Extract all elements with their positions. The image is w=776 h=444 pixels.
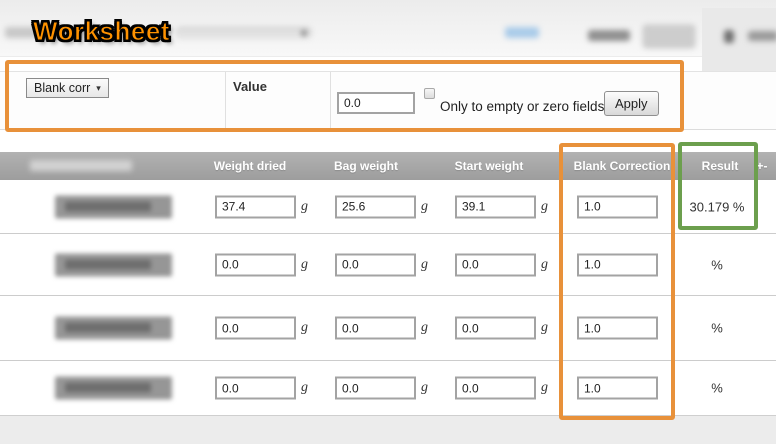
weight-dried-input[interactable] <box>215 253 296 276</box>
blurred-button[interactable] <box>643 25 695 48</box>
table-row: g g g % <box>0 234 776 295</box>
blurred-label <box>748 31 776 41</box>
blank-correction-input[interactable] <box>577 195 658 218</box>
unit-label: g <box>421 380 428 396</box>
bag-weight-input[interactable] <box>335 377 416 400</box>
blurred-record-button[interactable] <box>55 377 172 400</box>
table-footer <box>0 415 776 444</box>
unit-label: g <box>421 257 428 273</box>
blurred-link[interactable] <box>505 27 539 38</box>
column-header-bag-weight: Bag weight <box>334 159 398 173</box>
blurred-record-button[interactable] <box>55 253 172 276</box>
field-select-dropdown[interactable]: Blank corr ▾ <box>26 78 109 98</box>
unit-label: g <box>421 199 428 215</box>
start-weight-input[interactable] <box>455 317 536 340</box>
panel-divider <box>330 72 331 129</box>
unit-label: g <box>301 257 308 273</box>
unit-label: g <box>541 380 548 396</box>
clear-icon[interactable] <box>300 29 308 37</box>
value-label: Value <box>233 79 267 94</box>
unit-label: g <box>301 320 308 336</box>
table-header: Weight dried Bag weight Start weight Bla… <box>0 152 776 180</box>
result-value: % <box>676 257 758 272</box>
blank-correction-input[interactable] <box>577 377 658 400</box>
start-weight-input[interactable] <box>455 195 536 218</box>
worksheet-name-input[interactable] <box>175 26 313 40</box>
field-select-label: Blank corr <box>34 81 90 95</box>
panel-divider <box>225 72 226 129</box>
column-header-result: Result <box>702 159 739 173</box>
unit-label: g <box>421 320 428 336</box>
blurred-icon[interactable] <box>724 30 734 43</box>
result-value: 30.179 % <box>676 199 758 214</box>
blurred-record-button[interactable] <box>55 317 172 340</box>
result-value: % <box>676 321 758 336</box>
legend-label <box>588 30 630 41</box>
unit-label: g <box>301 199 308 215</box>
unit-label: g <box>301 380 308 396</box>
unit-label: g <box>541 199 548 215</box>
column-header-weight-dried: Weight dried <box>214 159 286 173</box>
weight-dried-input[interactable] <box>215 195 296 218</box>
worksheet-page: Worksheet Blank corr ▾ Value Only to emp… <box>0 0 776 444</box>
chevron-down-icon: ▾ <box>96 83 101 94</box>
bag-weight-input[interactable] <box>335 317 416 340</box>
blank-correction-input[interactable] <box>577 317 658 340</box>
table-row: g g g 30.179 % <box>0 180 776 233</box>
only-empty-checkbox[interactable] <box>424 88 435 99</box>
blurred-sample-column-header <box>30 160 132 171</box>
result-value: % <box>676 381 758 396</box>
apply-button[interactable]: Apply <box>604 91 659 116</box>
page-title: Worksheet <box>33 16 170 47</box>
column-header-blank-correction: Blank Correction <box>574 159 671 173</box>
unit-label: g <box>541 320 548 336</box>
table-row: g g g % <box>0 296 776 360</box>
unit-label: g <box>541 257 548 273</box>
start-weight-input[interactable] <box>455 377 536 400</box>
weight-dried-input[interactable] <box>215 377 296 400</box>
bulk-apply-panel: Blank corr ▾ Value Only to empty or zero… <box>0 71 776 130</box>
add-remove-columns-button[interactable]: +- <box>756 159 767 173</box>
top-bar: Worksheet <box>0 0 776 57</box>
top-right-panel <box>702 8 776 71</box>
bag-weight-input[interactable] <box>335 195 416 218</box>
blurred-record-button[interactable] <box>55 195 172 218</box>
value-input[interactable] <box>337 92 415 114</box>
weight-dried-input[interactable] <box>215 317 296 340</box>
blank-correction-input[interactable] <box>577 253 658 276</box>
only-empty-label: Only to empty or zero fields <box>440 99 604 114</box>
column-header-start-weight: Start weight <box>455 159 524 173</box>
table-row: g g g % <box>0 361 776 415</box>
start-weight-input[interactable] <box>455 253 536 276</box>
bag-weight-input[interactable] <box>335 253 416 276</box>
